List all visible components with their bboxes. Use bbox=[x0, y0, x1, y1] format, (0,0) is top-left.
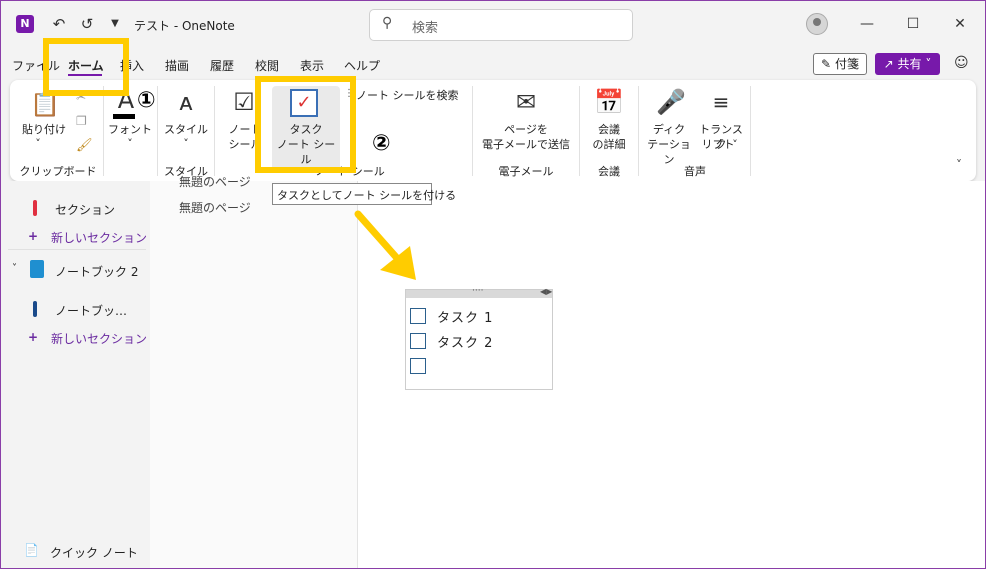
maximize-icon[interactable]: ☐ bbox=[903, 14, 923, 34]
style-icon: ᴀ bbox=[178, 88, 194, 116]
email-icon: ✉ bbox=[515, 88, 537, 116]
account-avatar[interactable] bbox=[806, 13, 828, 35]
format-painter-icon[interactable]: 🖌 bbox=[76, 138, 93, 153]
email-page-label-1[interactable]: ページを bbox=[478, 122, 574, 137]
share-button[interactable]: ↗ 共有 ˅ bbox=[875, 53, 940, 75]
note-tag-icon: ☑ bbox=[233, 88, 255, 116]
tab-review[interactable]: 校閲 bbox=[255, 57, 279, 74]
new-section-button-1[interactable]: 新しいセクション bbox=[51, 229, 147, 246]
style-dropdown-icon[interactable]: ˅ bbox=[176, 136, 196, 151]
task-checkbox[interactable] bbox=[410, 333, 426, 349]
drag-handle-icon[interactable]: ···· bbox=[472, 286, 483, 296]
search-icon: ⚲ bbox=[382, 15, 393, 31]
task-tag-tooltip: タスクとしてノート シールを付ける bbox=[272, 183, 456, 205]
voice-group-label: 音声 bbox=[684, 165, 706, 178]
tab-history[interactable]: 履歴 bbox=[210, 57, 234, 74]
page-item-2[interactable]: 無題のページ bbox=[179, 199, 251, 216]
nav-divider bbox=[8, 249, 146, 250]
meeting-details-label-2[interactable]: の詳細 bbox=[584, 137, 634, 152]
step-2-marker: ② bbox=[372, 131, 391, 156]
ribbon-expand-icon[interactable]: ˅ bbox=[956, 158, 962, 172]
task-item-1[interactable]: タスク 1 bbox=[437, 307, 493, 326]
paste-dropdown-icon[interactable]: ˅ bbox=[28, 136, 48, 151]
highlight-task-button bbox=[255, 76, 356, 173]
task-checkbox[interactable] bbox=[410, 358, 426, 374]
section-color-tab bbox=[33, 301, 37, 317]
find-tags-button[interactable]: ノート シールを検索 bbox=[356, 88, 459, 103]
transcribe-dropdown-icon[interactable]: ˅ bbox=[730, 137, 740, 152]
page-list bbox=[150, 181, 358, 569]
ribbon-separator bbox=[750, 86, 751, 176]
sticky-notes-button[interactable]: ✎ 付箋 bbox=[813, 53, 867, 75]
meeting-calendar-icon: 📅 bbox=[594, 88, 624, 116]
step-1-marker: ① bbox=[137, 88, 156, 113]
notebook-icon bbox=[30, 260, 44, 278]
add-icon: + bbox=[28, 330, 39, 344]
feedback-icon[interactable]: ☺ bbox=[954, 55, 969, 71]
quick-notes-button[interactable]: クイック ノート bbox=[50, 544, 138, 561]
section-item-1[interactable]: セクション bbox=[55, 201, 115, 218]
tab-view[interactable]: 表示 bbox=[300, 57, 324, 74]
highlight-home-tab bbox=[43, 38, 129, 96]
task-item-2[interactable]: タスク 2 bbox=[437, 332, 493, 351]
arrow-icon bbox=[354, 210, 416, 280]
new-section-button-2[interactable]: 新しいセクション bbox=[51, 330, 147, 347]
window-title: テスト - OneNote bbox=[134, 19, 235, 33]
ribbon-separator bbox=[638, 86, 639, 176]
microphone-icon: 🎤 bbox=[656, 88, 686, 116]
font-color-bar bbox=[113, 114, 135, 119]
share-icon: ↗ bbox=[883, 57, 894, 71]
section-color-tab bbox=[33, 200, 37, 216]
quick-access-dropdown-icon[interactable]: ▼ bbox=[104, 13, 126, 35]
title-bar: N ↶ ↺ ▼ テスト - OneNote ⚲ 検索 — ☐ ✕ bbox=[0, 0, 986, 50]
meeting-group-label: 会議 bbox=[598, 165, 620, 178]
task-note-container[interactable]: ···· ◀▶ タスク 1 タスク 2 bbox=[405, 286, 553, 390]
font-button[interactable]: フォント bbox=[106, 122, 154, 137]
notebook-item-2[interactable]: ノートブック 2 bbox=[55, 263, 138, 280]
style-button[interactable]: スタイル bbox=[162, 122, 210, 137]
email-page-label-2[interactable]: 電子メールで送信 bbox=[478, 137, 574, 152]
dictate-label-1[interactable]: ディク bbox=[644, 122, 694, 137]
transcribe-icon: ≡ bbox=[712, 90, 730, 114]
task-checkbox[interactable] bbox=[410, 308, 426, 324]
font-dropdown-icon[interactable]: ˅ bbox=[120, 136, 140, 151]
ribbon-separator bbox=[103, 86, 104, 176]
copy-icon[interactable]: ❐ bbox=[76, 114, 87, 128]
paste-button[interactable]: 貼り付け bbox=[16, 122, 72, 137]
email-group-label: 電子メール bbox=[498, 165, 554, 178]
back-icon[interactable]: ↶ bbox=[48, 13, 70, 35]
tab-help[interactable]: ヘルプ bbox=[344, 57, 380, 74]
sticky-notes-icon: ✎ bbox=[821, 57, 832, 71]
meeting-details-label-1[interactable]: 会議 bbox=[584, 122, 634, 137]
ribbon-separator bbox=[157, 86, 158, 176]
clipboard-group-label: クリップボード bbox=[19, 165, 97, 178]
search-box[interactable]: ⚲ 検索 bbox=[369, 9, 633, 41]
quick-note-icon: 📄 bbox=[24, 543, 39, 557]
page-item-1[interactable]: 無題のページ bbox=[179, 173, 251, 190]
close-icon[interactable]: ✕ bbox=[950, 14, 970, 34]
resize-handle-icon[interactable]: ◀▶ bbox=[540, 287, 552, 296]
undo-icon[interactable]: ↺ bbox=[76, 13, 98, 35]
add-icon: + bbox=[28, 229, 39, 243]
ribbon-separator bbox=[472, 86, 473, 176]
section-item-2[interactable]: ノートブッ… bbox=[55, 302, 127, 319]
ribbon-separator bbox=[579, 86, 580, 176]
search-placeholder: 検索 bbox=[412, 21, 439, 36]
onenote-app-icon: N bbox=[16, 15, 34, 33]
ribbon-separator bbox=[214, 86, 215, 176]
minimize-icon[interactable]: — bbox=[857, 14, 877, 34]
notebook-expand-icon[interactable]: ˅ bbox=[12, 263, 17, 274]
tab-draw[interactable]: 描画 bbox=[165, 57, 189, 74]
